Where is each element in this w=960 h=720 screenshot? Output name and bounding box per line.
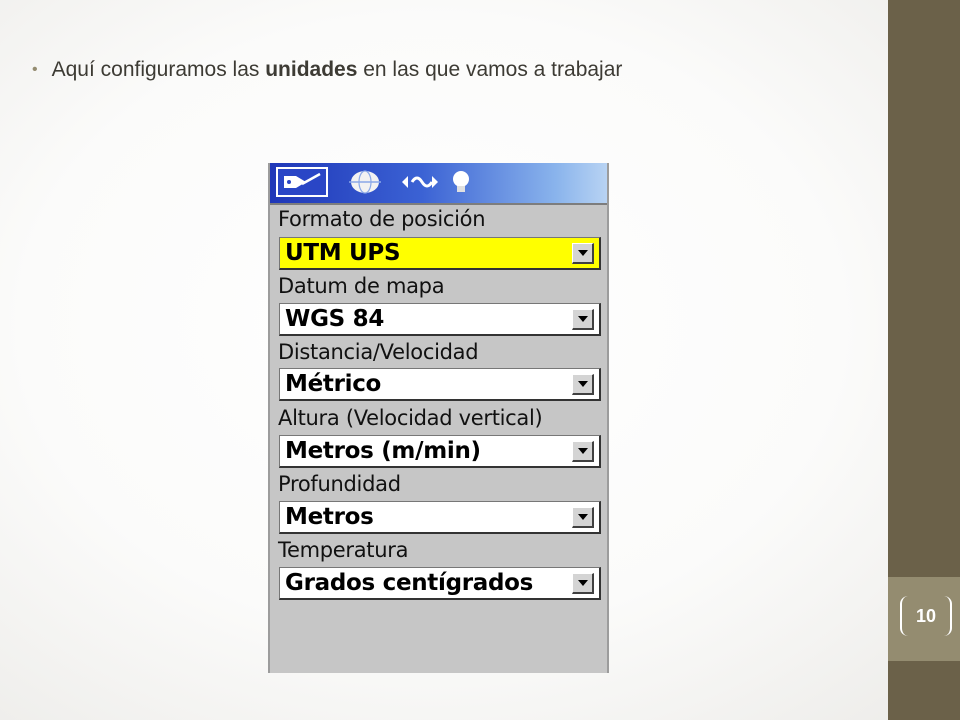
dropdown-button[interactable] [572, 441, 594, 462]
position-format-value: UTM UPS [285, 240, 401, 266]
chevron-down-icon [577, 250, 588, 256]
distance-speed-select[interactable]: Métrico [279, 368, 601, 401]
temperature-select[interactable]: Grados centígrados [279, 567, 601, 600]
depth-value: Metros [285, 504, 374, 530]
elevation-select[interactable]: Metros (m/min) [279, 435, 601, 468]
globe-icon [349, 170, 381, 194]
map-datum-value: WGS 84 [285, 306, 385, 332]
tab-globe[interactable] [344, 167, 386, 197]
gps-units-screen: Formato de posición UTM UPS Datum de map… [268, 163, 609, 673]
bullet-text-bold: unidades [265, 58, 358, 81]
chevron-down-icon [577, 580, 588, 586]
chevron-down-icon [577, 316, 588, 322]
chevron-down-icon [577, 448, 588, 454]
field-label-position-format: Formato de posición [278, 207, 486, 231]
bullet-dot-icon: • [32, 61, 38, 78]
field-label-distance-speed: Distancia/Velocidad [278, 340, 479, 364]
lightbulb-icon [453, 171, 469, 192]
field-label-depth: Profundidad [278, 472, 401, 496]
tab-satellite[interactable] [276, 167, 328, 197]
dropdown-button[interactable] [572, 374, 594, 395]
page-number: 10 [900, 596, 952, 636]
satellite-dish-icon [284, 172, 321, 188]
position-format-select[interactable]: UTM UPS [279, 237, 601, 270]
distance-speed-value: Métrico [285, 371, 382, 397]
field-label-temperature: Temperatura [278, 538, 409, 562]
depth-select[interactable]: Metros [279, 501, 601, 534]
signal-wave-icon [402, 176, 438, 188]
dropdown-button[interactable] [572, 243, 594, 264]
tab-signal[interactable] [398, 167, 442, 197]
elevation-value: Metros (m/min) [285, 438, 481, 464]
dropdown-button[interactable] [572, 507, 594, 528]
dropdown-button[interactable] [572, 573, 594, 594]
dropdown-button[interactable] [572, 309, 594, 330]
chevron-down-icon [577, 514, 588, 520]
bullet-point: • Aquí configuramos las unidades en las q… [32, 58, 872, 82]
field-label-map-datum: Datum de mapa [278, 274, 445, 298]
bullet-text-before: Aquí configuramos las [51, 58, 266, 81]
tab-light[interactable] [446, 167, 476, 197]
map-datum-select[interactable]: WGS 84 [279, 303, 601, 336]
temperature-value: Grados centígrados [285, 570, 534, 596]
field-label-elevation: Altura (Velocidad vertical) [278, 406, 543, 430]
bullet-text-after: en las que vamos a trabajar [357, 58, 623, 81]
gps-tab-bar [270, 163, 607, 205]
chevron-down-icon [577, 381, 588, 387]
